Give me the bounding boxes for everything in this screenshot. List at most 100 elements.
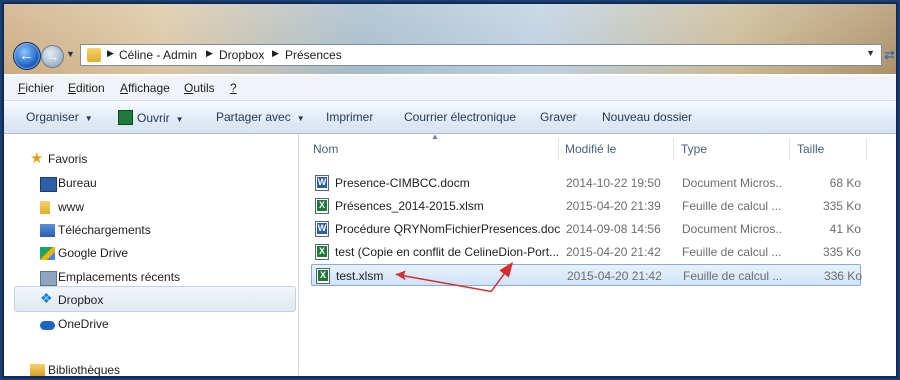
column-divider[interactable] (866, 138, 867, 160)
file-modified: 2015-04-20 21:42 (567, 269, 662, 283)
imprimer-button[interactable]: Imprimer (326, 110, 373, 124)
file-row[interactable]: Presence-CIMBCC.docm 2014-10-22 19:50 Do… (311, 172, 861, 194)
new-folder-button[interactable]: Nouveau dossier (602, 110, 692, 124)
file-name: test.xlsm (336, 269, 384, 283)
menu-affichage[interactable]: Affichage (120, 81, 170, 95)
libraries-icon (30, 364, 45, 376)
nav-label: Bureau (58, 176, 97, 190)
nav-item-bureau[interactable]: Bureau (40, 176, 97, 192)
back-button[interactable]: ← (13, 42, 41, 70)
sort-ascending-icon: ▲ (431, 132, 439, 141)
command-bar: Organiser ▼ Ouvrir ▼ Partager avec ▼ Imprim… (4, 101, 896, 134)
recent-pages-dropdown[interactable]: ▼ (66, 49, 75, 59)
breadcrumb-chevron-icon[interactable]: ▶ (206, 48, 213, 59)
word-document-icon (315, 221, 329, 237)
nav-label: Google Drive (58, 246, 129, 260)
breadcrumb-chevron-icon[interactable]: ▶ (272, 48, 279, 59)
menu-help[interactable]: ? (230, 81, 237, 95)
file-type: Feuille de calcul ... (682, 199, 782, 213)
file-row[interactable]: Présences_2014-2015.xlsm 2015-04-20 21:3… (311, 195, 861, 217)
nav-bibliotheques[interactable]: Bibliothèques (30, 363, 121, 377)
file-size: 335 Ko (822, 245, 861, 259)
forward-button[interactable]: → (41, 45, 64, 68)
recent-places-icon (40, 271, 57, 286)
dropbox-icon: ❖ (40, 290, 53, 306)
downloads-folder-icon (40, 224, 55, 237)
caret-down-icon: ▼ (296, 114, 305, 123)
column-header-name[interactable]: Nom (313, 142, 338, 156)
nav-label: Favoris (48, 152, 88, 166)
address-bar[interactable]: ▶ Céline - Admin ▶ Dropbox ▶ Présences ▼ (80, 44, 882, 66)
organiser-button[interactable]: Organiser ▼ (26, 110, 93, 124)
courrier-button[interactable]: Courrier électronique (404, 110, 516, 124)
nav-label: Dropbox (58, 293, 104, 307)
column-header-modified[interactable]: Modifié le (565, 142, 616, 156)
file-name: Présences_2014-2015.xlsm (335, 199, 484, 213)
menu-fichier[interactable]: Fichier (18, 81, 54, 95)
menu-label: utils (193, 81, 215, 95)
nav-label: Bibliothèques (48, 363, 121, 377)
nav-item-dropbox[interactable]: ❖ Dropbox (40, 290, 104, 307)
file-name: test (Copie en conflit de CelineDion-Por… (335, 245, 560, 259)
file-row-selected[interactable]: test.xlsm 2015-04-20 21:42 Feuille de ca… (311, 264, 862, 286)
nav-favoris[interactable]: ★ Favoris (30, 150, 88, 167)
desktop-icon (40, 177, 57, 192)
google-drive-icon (40, 247, 55, 260)
caret-down-icon: ▼ (84, 114, 93, 123)
file-type: Feuille de calcul ... (683, 269, 783, 283)
nav-label: OneDrive (58, 317, 109, 331)
caret-down-icon: ▼ (175, 115, 184, 124)
folder-icon (87, 48, 101, 62)
nav-item-onedrive[interactable]: OneDrive (40, 317, 109, 331)
arrow-left-icon: ← (19, 47, 34, 64)
graver-button[interactable]: Graver (540, 110, 577, 124)
breadcrumb-chevron-icon[interactable]: ▶ (107, 48, 114, 59)
file-list: Nom ▲ Modifié le Type Taille Presence-CI… (299, 132, 896, 376)
navigation-pane: ★ Favoris Bureau www Téléchargements Goo… (4, 134, 299, 376)
file-size: 41 Ko (829, 222, 861, 236)
menu-edition[interactable]: Edition (68, 81, 105, 95)
organiser-label: Organiser (26, 110, 79, 124)
column-header-type[interactable]: Type (681, 142, 707, 156)
breadcrumb-segment[interactable]: Présences (285, 48, 342, 62)
refresh-icon[interactable]: ⇄ (884, 47, 895, 63)
menu-outils[interactable]: Outils (184, 81, 215, 95)
nav-item-telechargements[interactable]: Téléchargements (40, 223, 151, 237)
menu-bar: Fichier Edition Affichage Outils ? (4, 76, 896, 101)
nav-item-emplacements-recents[interactable]: Emplacements récents (40, 270, 181, 286)
file-row[interactable]: Procédure QRYNomFichierPresences.doc 201… (311, 218, 861, 240)
file-modified: 2014-09-08 14:56 (566, 222, 661, 236)
excel-icon (118, 110, 133, 125)
column-divider[interactable] (789, 138, 790, 160)
file-modified: 2015-04-20 21:42 (566, 245, 661, 259)
menu-mnemonic: O (184, 81, 194, 95)
menu-label: ffichage (128, 81, 170, 95)
file-type: Document Micros... (682, 176, 782, 190)
column-header-size[interactable]: Taille (797, 142, 824, 156)
file-size: 68 Ko (829, 176, 861, 190)
nav-item-google-drive[interactable]: Google Drive (40, 246, 129, 260)
menu-label: dition (76, 81, 105, 95)
menu-label: ichier (25, 81, 55, 95)
file-row[interactable]: test (Copie en conflit de CelineDion-Por… (311, 241, 861, 263)
menu-mnemonic: E (68, 81, 77, 95)
ouvrir-label: Ouvrir (137, 111, 170, 125)
file-modified: 2014-10-22 19:50 (566, 176, 661, 190)
file-type: Document Micros... (682, 222, 782, 236)
breadcrumb-segment[interactable]: Dropbox (219, 48, 264, 62)
file-size: 335 Ko (822, 199, 861, 213)
address-history-dropdown[interactable]: ▼ (866, 48, 875, 58)
word-document-icon (315, 175, 329, 191)
column-divider[interactable] (673, 138, 674, 160)
folder-icon (40, 201, 50, 214)
excel-workbook-icon (315, 198, 329, 214)
nav-item-www[interactable]: www (40, 200, 84, 214)
partager-button[interactable]: Partager avec ▼ (216, 110, 305, 124)
partager-label: Partager avec (216, 110, 291, 124)
star-icon: ★ (30, 150, 44, 167)
column-divider[interactable] (558, 138, 559, 160)
menu-mnemonic: A (120, 81, 129, 95)
breadcrumb-segment[interactable]: Céline - Admin (119, 48, 197, 62)
ouvrir-button[interactable]: Ouvrir ▼ (118, 110, 184, 125)
nav-label: Emplacements récents (58, 270, 181, 284)
